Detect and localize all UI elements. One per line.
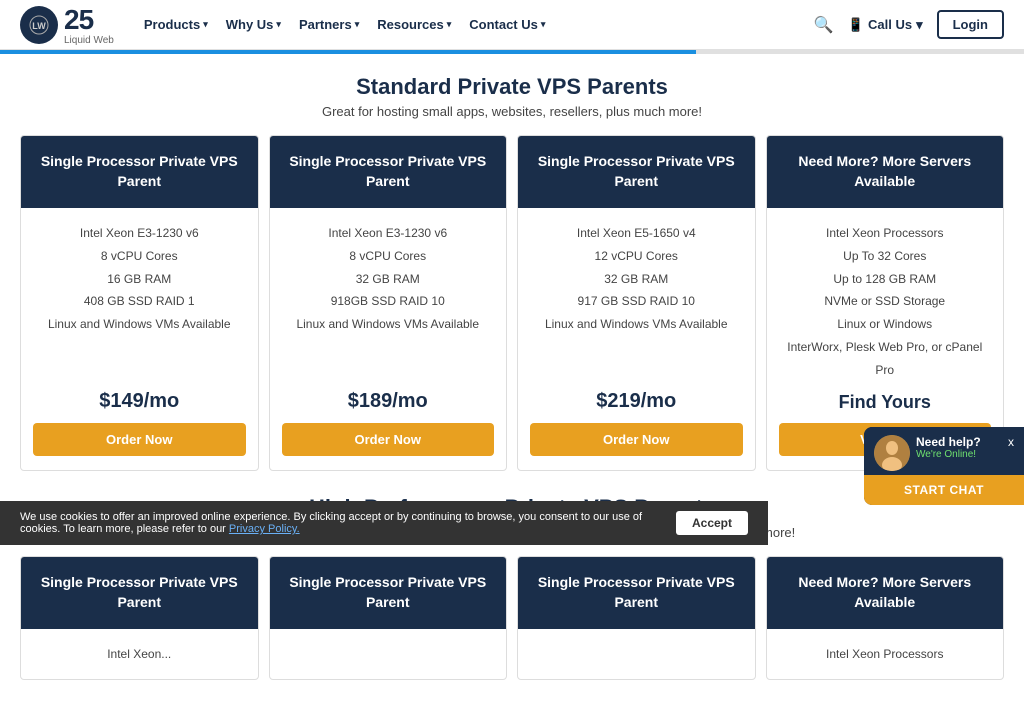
- chat-header: Need help? We're Online! x: [864, 427, 1024, 475]
- chat-title: Need help?: [916, 435, 1002, 449]
- spec-item: Linux and Windows VMs Available: [48, 313, 231, 336]
- hp-card-4-specs: Intel Xeon Processors: [826, 643, 943, 666]
- hp-card-1: Single Processor Private VPS Parent Inte…: [20, 556, 259, 681]
- hp-card-3-header: Single Processor Private VPS Parent: [518, 557, 755, 629]
- nav-contact[interactable]: Contact Us ▾: [469, 17, 545, 32]
- nav-links: Products ▾ Why Us ▾ Partners ▾ Resources…: [144, 17, 814, 32]
- hp-card-3-body: [518, 629, 755, 680]
- spec-item: Linux or Windows: [779, 313, 992, 336]
- hp-cards-grid: Single Processor Private VPS Parent Inte…: [20, 556, 1004, 681]
- spec-item: 8 vCPU Cores: [296, 245, 479, 268]
- main-content: Standard Private VPS Parents Great for h…: [0, 54, 1024, 680]
- spec-item: 12 vCPU Cores: [545, 245, 728, 268]
- spec-item: Up to 128 GB RAM: [779, 268, 992, 291]
- chat-start-button[interactable]: START CHAT: [864, 475, 1024, 505]
- spec-item: Intel Xeon E3-1230 v6: [296, 222, 479, 245]
- nav-actions: 🔍 📱 Call Us ▾ Login: [814, 10, 1004, 39]
- standard-card-1: Single Processor Private VPS Parent Inte…: [20, 135, 259, 471]
- cookie-bar: We use cookies to offer an improved onli…: [0, 501, 768, 545]
- logo-brand-text: Liquid Web: [64, 36, 114, 46]
- call-us-label: Call Us: [868, 17, 912, 32]
- hp-card-1-header: Single Processor Private VPS Parent: [21, 557, 258, 629]
- logo-icon: LW: [20, 6, 58, 44]
- standard-card-4-specs: Intel Xeon Processors Up To 32 Cores Up …: [779, 222, 992, 382]
- standard-card-4-find: Find Yours: [839, 392, 931, 413]
- svg-text:LW: LW: [32, 21, 46, 31]
- standard-card-2-order-btn[interactable]: Order Now: [282, 423, 495, 456]
- logo-25-text: 25: [64, 4, 114, 36]
- spec-item: Intel Xeon Processors: [779, 222, 992, 245]
- spec-item: 8 vCPU Cores: [48, 245, 231, 268]
- hp-card-4: Need More? More Servers Available Intel …: [766, 556, 1005, 681]
- standard-section-header: Standard Private VPS Parents Great for h…: [20, 74, 1004, 119]
- spec-item: 32 GB RAM: [296, 268, 479, 291]
- standard-section-subtitle: Great for hosting small apps, websites, …: [20, 104, 1004, 119]
- standard-card-3-header: Single Processor Private VPS Parent: [518, 136, 755, 208]
- spec-item: 32 GB RAM: [545, 268, 728, 291]
- spec-item: NVMe or SSD Storage: [779, 290, 992, 313]
- standard-card-3-bottom: $219/mo Order Now: [530, 380, 743, 456]
- search-icon[interactable]: 🔍: [814, 15, 834, 35]
- spec-item: Linux and Windows VMs Available: [545, 313, 728, 336]
- standard-card-2-bottom: $189/mo Order Now: [282, 380, 495, 456]
- spec-item: Intel Xeon...: [107, 643, 171, 666]
- standard-card-3-specs: Intel Xeon E5-1650 v4 12 vCPU Cores 32 G…: [545, 222, 728, 380]
- standard-card-3-order-btn[interactable]: Order Now: [530, 423, 743, 456]
- hp-card-2-header: Single Processor Private VPS Parent: [270, 557, 507, 629]
- spec-item: Linux and Windows VMs Available: [296, 313, 479, 336]
- standard-cards-grid: Single Processor Private VPS Parent Inte…: [20, 135, 1004, 471]
- spec-item: Intel Xeon E3-1230 v6: [48, 222, 231, 245]
- nav-products[interactable]: Products ▾: [144, 17, 208, 32]
- nav-resources[interactable]: Resources ▾: [377, 17, 451, 32]
- chat-widget: Need help? We're Online! x START CHAT: [864, 427, 1024, 505]
- standard-card-2-specs: Intel Xeon E3-1230 v6 8 vCPU Cores 32 GB…: [296, 222, 479, 380]
- standard-card-3: Single Processor Private VPS Parent Inte…: [517, 135, 756, 471]
- hp-card-2: Single Processor Private VPS Parent: [269, 556, 508, 681]
- spec-item: Up To 32 Cores: [779, 245, 992, 268]
- standard-card-3-body: Intel Xeon E5-1650 v4 12 vCPU Cores 32 G…: [518, 208, 755, 470]
- login-button[interactable]: Login: [937, 10, 1004, 39]
- hp-card-4-header: Need More? More Servers Available: [767, 557, 1004, 629]
- standard-card-1-body: Intel Xeon E3-1230 v6 8 vCPU Cores 16 GB…: [21, 208, 258, 470]
- standard-card-2-price: $189/mo: [348, 390, 428, 413]
- standard-card-4: Need More? More Servers Available Intel …: [766, 135, 1005, 471]
- cookie-text: We use cookies to offer an improved onli…: [20, 511, 660, 535]
- call-us-link[interactable]: 📱 Call Us ▾: [848, 17, 923, 33]
- nav-partners[interactable]: Partners ▾: [299, 17, 359, 32]
- call-caret: ▾: [916, 17, 923, 33]
- hp-card-1-body: Intel Xeon...: [21, 629, 258, 680]
- spec-item: Intel Xeon E5-1650 v4: [545, 222, 728, 245]
- spec-item: 408 GB SSD RAID 1: [48, 290, 231, 313]
- standard-card-1-specs: Intel Xeon E3-1230 v6 8 vCPU Cores 16 GB…: [48, 222, 231, 380]
- standard-card-2: Single Processor Private VPS Parent Inte…: [269, 135, 508, 471]
- hp-card-1-specs: Intel Xeon...: [107, 643, 171, 666]
- chat-text: Need help? We're Online!: [916, 435, 1002, 460]
- spec-item: InterWorx, Plesk Web Pro, or cPanel Pro: [779, 336, 992, 382]
- chat-online-label: We're Online!: [916, 449, 1002, 460]
- standard-card-2-body: Intel Xeon E3-1230 v6 8 vCPU Cores 32 GB…: [270, 208, 507, 470]
- privacy-policy-link[interactable]: Privacy Policy.: [229, 523, 300, 535]
- chat-close-button[interactable]: x: [1008, 435, 1014, 449]
- nav-why-us[interactable]: Why Us ▾: [226, 17, 281, 32]
- hp-card-3: Single Processor Private VPS Parent: [517, 556, 756, 681]
- standard-card-1-header: Single Processor Private VPS Parent: [21, 136, 258, 208]
- spec-item: 16 GB RAM: [48, 268, 231, 291]
- hp-card-4-body: Intel Xeon Processors: [767, 629, 1004, 680]
- spec-item: 918GB SSD RAID 10: [296, 290, 479, 313]
- standard-card-3-price: $219/mo: [596, 390, 676, 413]
- chat-avatar: [874, 435, 910, 471]
- standard-card-1-bottom: $149/mo Order Now: [33, 380, 246, 456]
- spec-item: 917 GB SSD RAID 10: [545, 290, 728, 313]
- standard-card-4-header: Need More? More Servers Available: [767, 136, 1004, 208]
- standard-card-1-price: $149/mo: [99, 390, 179, 413]
- hp-card-2-body: [270, 629, 507, 680]
- standard-section-title: Standard Private VPS Parents: [20, 74, 1004, 100]
- standard-card-1-order-btn[interactable]: Order Now: [33, 423, 246, 456]
- spec-item: Intel Xeon Processors: [826, 643, 943, 666]
- cookie-accept-button[interactable]: Accept: [676, 511, 748, 535]
- standard-card-2-header: Single Processor Private VPS Parent: [270, 136, 507, 208]
- navbar: LW 25 Liquid Web Products ▾ Why Us ▾ Par…: [0, 0, 1024, 50]
- logo: LW 25 Liquid Web: [20, 4, 114, 46]
- phone-icon: 📱: [848, 17, 864, 33]
